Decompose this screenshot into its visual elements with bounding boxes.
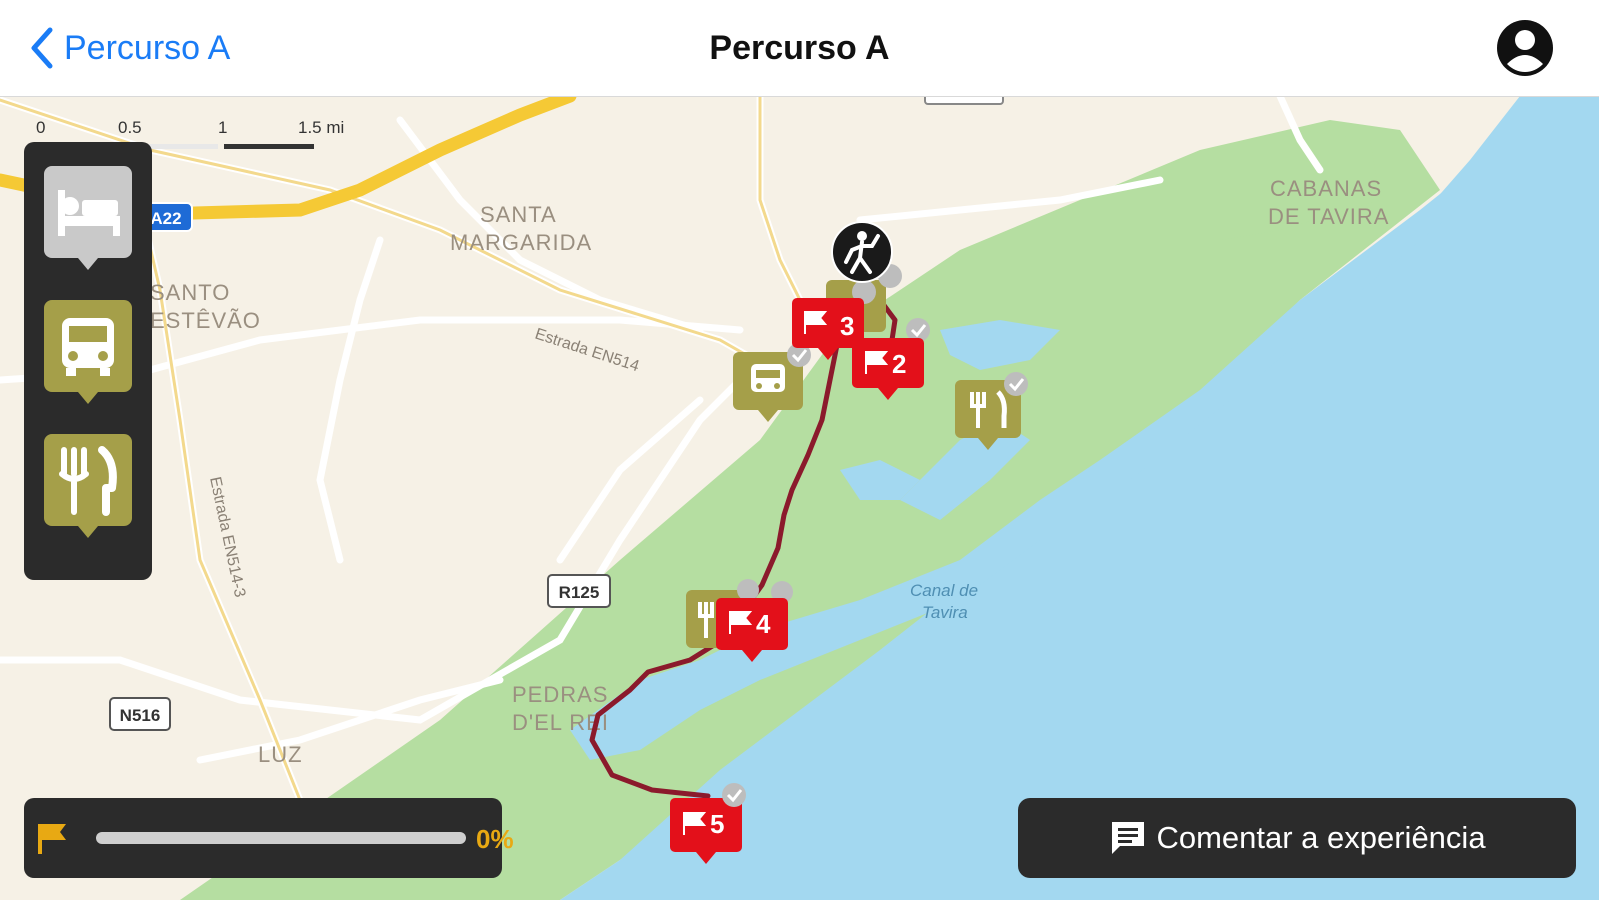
progress-percent: 0% xyxy=(476,824,514,854)
navigation-bar: Percurso A Percurso A xyxy=(0,0,1599,97)
hiker-position-icon xyxy=(831,221,893,283)
comment-icon xyxy=(1112,822,1145,854)
svg-text:A22: A22 xyxy=(150,209,181,228)
place-label: ESTÊVÃO xyxy=(150,308,261,333)
water-label: Canal de xyxy=(910,581,978,600)
scale-tick: 0 xyxy=(36,118,46,137)
bed-icon[interactable] xyxy=(44,166,132,276)
road-shield-r125: R125 xyxy=(547,574,611,608)
place-label: SANTA xyxy=(480,202,557,227)
scale-tick: 0.5 xyxy=(118,118,142,137)
place-label: MARGARIDA xyxy=(450,230,592,255)
place-label: SANTO xyxy=(150,280,230,305)
poi-filter-panel xyxy=(24,142,152,580)
svg-text:N516: N516 xyxy=(120,706,161,725)
route-progress-panel: 0% xyxy=(24,798,514,878)
road-shield-n516: N516 xyxy=(109,697,171,731)
place-label: CABANAS xyxy=(1270,176,1382,201)
scale-tick: 1 xyxy=(218,118,228,137)
progress-bar xyxy=(96,832,466,844)
bus-icon[interactable] xyxy=(44,300,132,410)
page-title: Percurso A xyxy=(709,29,890,67)
svg-text:5: 5 xyxy=(710,809,724,839)
restaurant-icon[interactable] xyxy=(44,434,132,544)
svg-text:2: 2 xyxy=(892,349,906,379)
comment-button-label: Comentar a experiência xyxy=(1156,820,1486,855)
water-label: Tavira xyxy=(922,603,968,622)
scale-tick: 1.5 mi xyxy=(298,118,345,137)
flag-icon xyxy=(38,824,66,854)
comment-experience-button[interactable]: Comentar a experiência xyxy=(1018,798,1576,878)
map-view[interactable]: SANTA MARGARIDA SANTO ESTÊVÃO CABANAS DE… xyxy=(0,96,1599,900)
place-label: LUZ xyxy=(258,742,303,767)
place-label: PEDRAS xyxy=(512,682,608,707)
svg-text:3: 3 xyxy=(840,311,854,341)
svg-text:R125: R125 xyxy=(559,583,600,602)
user-account-icon[interactable] xyxy=(1495,18,1555,78)
place-label: DE TAVIRA xyxy=(1268,204,1389,229)
svg-text:4: 4 xyxy=(756,609,771,639)
